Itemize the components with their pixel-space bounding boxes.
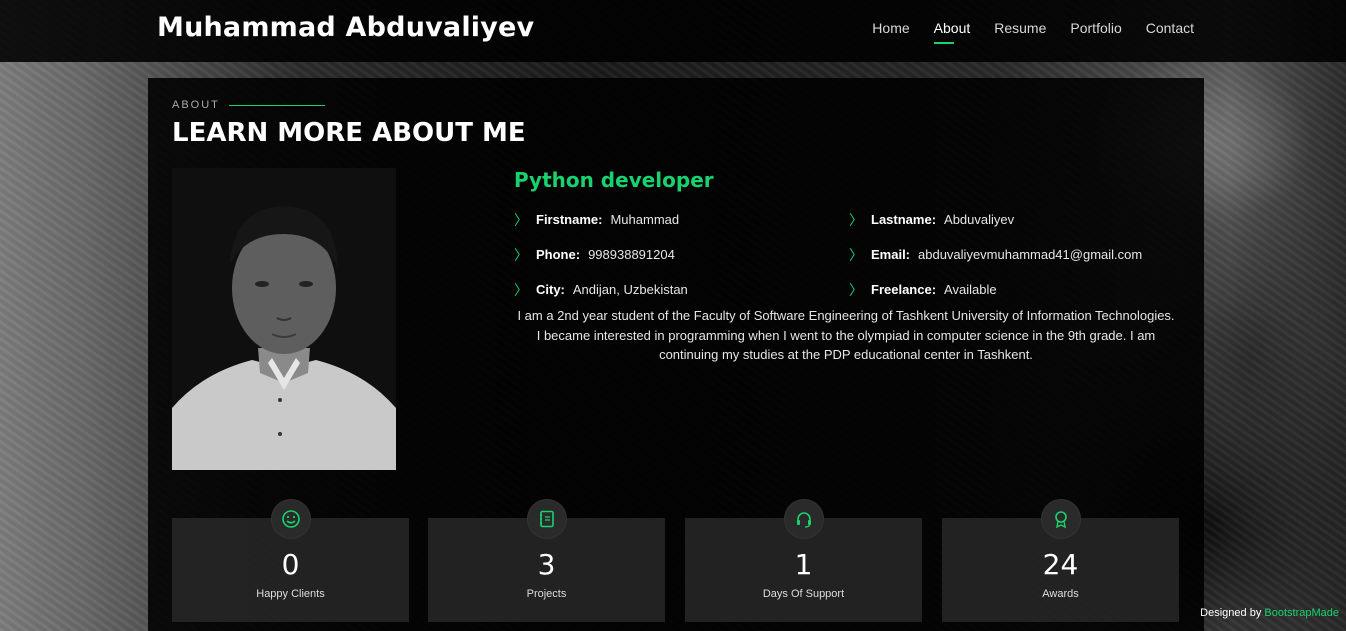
award-icon [1040,499,1081,539]
info-label: Lastname: [871,212,937,227]
info-label: City: [536,282,565,297]
role-title: Python developer [514,168,714,192]
info-freelance: 〉 Freelance: Available [849,272,1184,307]
section-subtitle-text: ABOUT [172,99,220,111]
chevron-right-icon: 〉 [849,247,863,264]
stat-label: Happy Clients [256,588,325,600]
chevron-right-icon: 〉 [849,212,863,229]
main-nav: Home About Resume Portfolio Contact [872,20,1194,44]
info-label: Email: [871,247,911,262]
stat-value: 0 [281,548,300,581]
stat-card-projects: 3 Projects [428,499,665,622]
credits-link[interactable]: BootstrapMade [1264,607,1339,619]
nav-portfolio[interactable]: Portfolio [1070,20,1121,44]
info-label: Phone: [536,247,581,262]
stat-label: Projects [526,588,567,600]
stat-value: 24 [1042,548,1079,581]
chevron-right-icon: 〉 [849,282,863,299]
profile-photo [172,168,396,470]
info-phone: 〉 Phone: 998938891204 [514,237,849,272]
site-header: Muhammad Abduvaliyev Home About Resume P… [0,0,1346,62]
stat-label: Awards [1042,588,1079,600]
about-section: ABOUT LEARN MORE ABOUT ME Python develop… [148,78,1204,631]
nav-contact[interactable]: Contact [1146,20,1194,44]
info-value: Available [944,282,997,297]
info-email: 〉 Email: abduvaliyevmuhammad41@gmail.com [849,237,1184,272]
info-row: 〉 City: Andijan, Uzbekistan 〉 Freelance:… [514,272,1184,307]
stat-value: 1 [794,548,813,581]
credits-text: Designed by [1200,607,1265,619]
info-value: 998938891204 [588,247,675,262]
bio-text: I am a 2nd year student of the Faculty o… [517,308,1175,362]
info-lastname: 〉 Lastname: Abduvaliyev [849,202,1184,237]
section-title: LEARN MORE ABOUT ME [172,118,526,148]
info-city: 〉 City: Andijan, Uzbekistan [514,272,849,307]
info-row: 〉 Firstname: Muhammad 〉 Lastname: Abduva… [514,202,1184,237]
nav-home[interactable]: Home [872,20,909,44]
journal-icon [526,499,567,539]
info-label: Freelance: [871,282,937,297]
smile-icon [270,499,311,539]
stat-label: Days Of Support [762,588,845,600]
stat-card-awards: 24 Awards [942,499,1179,622]
credits: Designed by BootstrapMade [1200,607,1339,619]
chevron-right-icon: 〉 [514,282,528,299]
personal-info: 〉 Firstname: Muhammad 〉 Lastname: Abduva… [514,202,1184,307]
info-firstname: 〉 Firstname: Muhammad [514,202,849,237]
nav-resume[interactable]: Resume [994,20,1046,44]
info-value: Abduvaliyev [944,212,1015,227]
info-label: Firstname: [536,212,603,227]
stat-card-happy-clients: 0 Happy Clients [172,499,409,622]
info-row: 〉 Phone: 998938891204 〉 Email: abduvaliy… [514,237,1184,272]
stat-value: 3 [537,548,556,581]
section-subtitle: ABOUT [172,99,325,111]
site-logo[interactable]: Muhammad Abduvaliyev [157,12,534,43]
chevron-right-icon: 〉 [514,212,528,229]
chevron-right-icon: 〉 [514,247,528,264]
info-value: abduvaliyevmuhammad41@gmail.com [918,247,1143,262]
headset-icon [783,499,824,539]
info-value: Andijan, Uzbekistan [572,282,688,297]
subtitle-divider [228,104,325,106]
nav-about[interactable]: About [933,20,970,44]
stat-card-days-of-support: 1 Days Of Support [685,499,922,622]
info-value: Muhammad [610,212,680,227]
